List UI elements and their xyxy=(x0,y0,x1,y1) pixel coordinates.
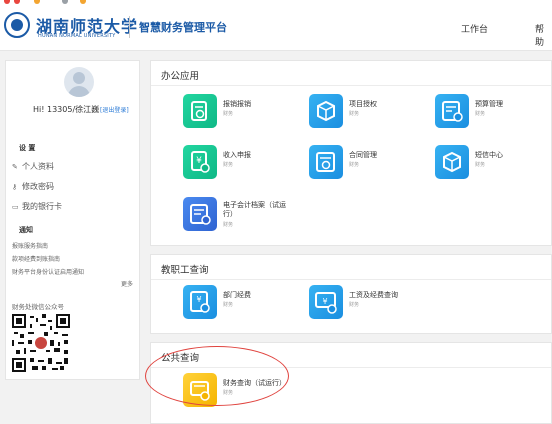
app-name: 电子会计档案（试运行） xyxy=(223,201,286,218)
university-emblem-icon xyxy=(4,12,30,38)
archive-icon xyxy=(183,197,217,231)
svg-text:¥: ¥ xyxy=(196,295,201,304)
edit-icon: ✎ xyxy=(12,163,18,171)
menu-label: 个人资料 xyxy=(22,162,54,171)
budget-icon xyxy=(435,94,469,128)
app-sub: 财务 xyxy=(475,162,486,168)
svg-text:¥: ¥ xyxy=(196,156,202,166)
menu-bank-card[interactable]: ▭ 我的银行卡 xyxy=(12,201,62,212)
menu-label: 修改密码 xyxy=(22,182,54,191)
app-reimburse[interactable]: 报销报销 财务 xyxy=(183,94,303,134)
platform-title: 智慧财务管理平台 xyxy=(139,21,227,34)
app-name: 报销报销 xyxy=(223,100,251,108)
svg-text:¥: ¥ xyxy=(322,297,327,306)
notice-item[interactable]: 款项经费到账指南 xyxy=(12,254,60,263)
app-sub: 财务 xyxy=(223,222,234,228)
app-name: 部门经费 xyxy=(223,291,251,299)
contract-icon xyxy=(309,145,343,179)
app-contract[interactable]: 合同管理 财务 xyxy=(309,145,429,185)
wechat-qr-code xyxy=(12,314,70,372)
salary-icon: ¥ xyxy=(309,285,343,319)
panel-title: 办公应用 xyxy=(161,71,200,82)
nav-workbench[interactable]: 工作台 xyxy=(461,22,488,35)
app-name: 预算管理 xyxy=(475,100,503,108)
app-project-auth[interactable]: 项目授权 财务 xyxy=(309,94,429,134)
app-sub: 财务 xyxy=(349,111,360,117)
app-name: 项目授权 xyxy=(349,100,377,108)
key-icon: ⚷ xyxy=(12,183,18,191)
app-sms-center[interactable]: 短信中心 财务 xyxy=(435,145,552,185)
income-icon: ¥ xyxy=(183,145,217,179)
settings-title: 设 置 xyxy=(19,144,36,152)
app-income[interactable]: ¥ 收入申报 财务 xyxy=(183,145,303,185)
card-icon: ▭ xyxy=(12,203,19,211)
user-sidebar: Hi! 13305/徐江巍 [退出登录] 设 置 ✎ 个人资料 ⚷ 修改密码 ▭ 我的… xyxy=(5,60,140,380)
app-dept-fund[interactable]: ¥ 部门经费 财务 xyxy=(183,285,303,325)
app-budget[interactable]: 预算管理 财务 xyxy=(435,94,552,134)
panel-title: 教职工查询 xyxy=(161,265,209,276)
reimburse-icon xyxy=(183,94,217,128)
nav-help[interactable]: 帮助 xyxy=(535,22,552,48)
notice-title: 通知 xyxy=(19,226,33,234)
app-sub: 财务 xyxy=(349,162,360,168)
staff-query-panel: 教职工查询 ¥ 部门经费 财务 ¥ 工资及经费查询 财务 xyxy=(150,254,552,334)
app-sub: 财务 xyxy=(223,162,234,168)
menu-personal-info[interactable]: ✎ 个人资料 xyxy=(12,161,54,172)
highlight-annotation xyxy=(145,346,289,406)
logo-english-name: HUNAN NORMAL UNIVERSITY xyxy=(38,33,116,39)
app-sub: 财务 xyxy=(475,111,486,117)
wechat-label: 财务处微信公众号 xyxy=(12,303,64,311)
app-name: 收入申报 xyxy=(223,151,251,159)
app-salary-query[interactable]: ¥ 工资及经费查询 财务 xyxy=(309,285,429,325)
menu-label: 我的银行卡 xyxy=(22,202,62,211)
logout-link[interactable]: [退出登录] xyxy=(100,105,129,114)
dept-fund-icon: ¥ xyxy=(183,285,217,319)
logo-divider xyxy=(129,16,130,38)
menu-change-password[interactable]: ⚷ 修改密码 xyxy=(12,181,54,192)
top-bar: 湖南师范大学 HUNAN NORMAL UNIVERSITY 智慧财务管理平台 … xyxy=(0,0,552,51)
notice-item[interactable]: 财务平台身份认证启用通知 xyxy=(12,267,84,276)
more-link[interactable]: 更多 xyxy=(121,279,133,288)
app-sub: 财务 xyxy=(349,302,360,308)
app-name: 短信中心 xyxy=(475,151,503,159)
cube-icon xyxy=(309,94,343,128)
office-apps-panel: 办公应用 报销报销 财务 项目授权 财务 预算管理 财务 ¥ 收入申报 财务 合… xyxy=(150,60,552,246)
user-greeting: Hi! 13305/徐江巍 xyxy=(33,105,100,114)
avatar xyxy=(64,67,94,97)
app-e-archive[interactable]: 电子会计档案（试运行） 财务 xyxy=(183,197,303,237)
app-name: 工资及经费查询 xyxy=(349,291,398,299)
browser-tab-strip xyxy=(0,0,100,4)
notice-item[interactable]: 报账服务指南 xyxy=(12,241,48,250)
cube-icon xyxy=(435,145,469,179)
app-sub: 财务 xyxy=(223,111,234,117)
app-sub: 财务 xyxy=(223,302,234,308)
app-name: 合同管理 xyxy=(349,151,377,159)
